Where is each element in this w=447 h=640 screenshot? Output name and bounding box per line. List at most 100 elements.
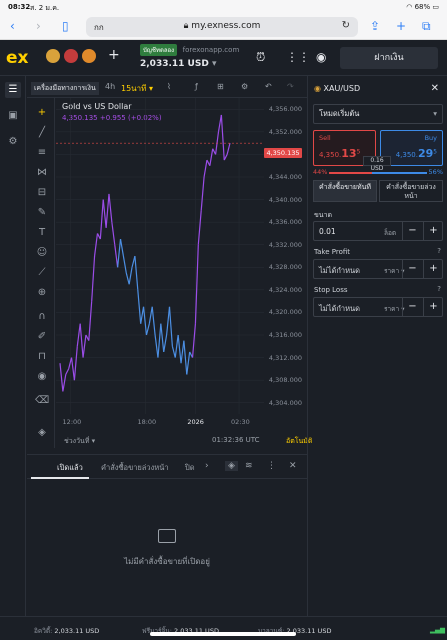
stack-icon[interactable]: ≋	[245, 461, 253, 471]
bookmarks-icon[interactable]: ▯	[62, 19, 69, 33]
eye-icon[interactable]: ◉	[35, 370, 49, 384]
layers-toggle-icon[interactable]: ◈	[225, 461, 238, 471]
stop-loss-decrease-button[interactable]: −	[402, 298, 422, 316]
tabs-icon[interactable]: ⧉	[422, 19, 431, 33]
stop-loss-help-icon[interactable]: ?	[437, 285, 441, 293]
tab-closed-orders[interactable]: ปิด	[185, 462, 195, 474]
ruler-icon[interactable]: ⟋	[35, 266, 49, 280]
price-axis[interactable]: 4,304.000 4,308.000 4,312.000 4,316.000 4,32…	[264, 98, 306, 418]
close-icon[interactable]: ✕	[431, 83, 439, 94]
magnet-icon[interactable]: ∩	[35, 310, 49, 324]
equity-value: 2,033.11 USD	[54, 627, 100, 635]
price-line-segment	[105, 193, 110, 228]
price-line-segment	[203, 159, 208, 178]
take-profit-increase-button[interactable]: +	[423, 260, 443, 278]
instrument-tab-icon[interactable]	[64, 49, 78, 63]
layers-icon[interactable]: ◈	[35, 426, 49, 440]
price-line-segment	[125, 272, 130, 285]
date-range-selector[interactable]: ช่วงวันที่ ▾	[64, 436, 95, 447]
price-line-segment	[209, 148, 214, 166]
crosshair-icon[interactable]: +	[35, 106, 49, 120]
instrument-tab-icon[interactable]	[46, 49, 60, 63]
deposit-button[interactable]: ฝากเงิน	[340, 47, 438, 69]
redo-icon[interactable]: ↷	[287, 82, 294, 91]
chart-type-icon[interactable]: ⌇	[167, 82, 171, 91]
order-mode-dropdown[interactable]: โหมดเริ่มต้น ▾	[313, 104, 443, 124]
take-profit-help-icon[interactable]: ?	[437, 247, 441, 255]
price-line-segment	[134, 255, 139, 290]
projection-icon[interactable]: ⊟	[35, 186, 49, 200]
settings-gear-icon[interactable]: ⚙	[5, 134, 21, 150]
price-tick-label: 4,316.000	[268, 331, 302, 339]
market-order-tab[interactable]: คำสั่งซื้อขายทันที	[313, 180, 377, 202]
alarm-icon[interactable]: ⏰︎	[256, 50, 265, 65]
text-tool-icon[interactable]: T	[35, 226, 49, 240]
new-tab-icon[interactable]: +	[396, 19, 406, 33]
wifi-icon: ◠	[406, 3, 413, 11]
empty-orders-message: ไม่มีคำสั่งซื้อขายที่เปิดอยู่	[124, 557, 210, 566]
volume-decrease-button[interactable]: −	[402, 222, 422, 240]
stop-loss-increase-button[interactable]: +	[423, 298, 443, 316]
price-line-segment	[99, 199, 104, 240]
price-line-segment	[73, 346, 78, 381]
timeframe-4h[interactable]: 4h	[105, 82, 115, 91]
price-line-segment	[160, 323, 165, 352]
back-icon[interactable]: ‹	[10, 19, 15, 33]
price-line-segment	[122, 255, 127, 274]
pending-order-tab[interactable]: คำสั่งซื้อขายล่วงหน้า	[379, 180, 443, 202]
trend-line-icon[interactable]: ╱	[35, 126, 49, 140]
take-profit-field[interactable]: ไม่ได้กำหนด ราคา ▾ − +	[313, 259, 443, 279]
indicators-icon[interactable]: ƒ	[195, 82, 198, 91]
undo-icon[interactable]: ↶	[265, 82, 272, 91]
instrument-tab-icon[interactable]	[82, 49, 96, 63]
share-icon[interactable]: ⇪	[370, 19, 380, 33]
add-tab-icon[interactable]: +	[108, 47, 120, 63]
volume-increase-button[interactable]: +	[423, 222, 443, 240]
url-label: my.exness.com	[191, 21, 261, 31]
more-icon[interactable]: ⋮	[267, 461, 276, 471]
volume-unit: ล็อต	[384, 229, 397, 237]
fib-lines-icon[interactable]: ≡	[35, 146, 49, 160]
tab-pending-orders[interactable]: คำสั่งซื้อขายล่วงหน้า	[101, 462, 169, 474]
battery-percent: 68%	[414, 3, 431, 11]
settings-icon[interactable]: ⚙	[241, 82, 248, 91]
instruments-title[interactable]: เครื่องมือทางการเงิน	[31, 82, 99, 95]
orders-tabs: เปิดแล้ว คำสั่งซื้อขายล่วงหน้า ปิด › ◈ ≋…	[27, 455, 307, 479]
zoom-in-icon[interactable]: ⊕	[35, 286, 49, 300]
trash-icon[interactable]: ⌫	[35, 394, 49, 408]
lock-drawing-icon[interactable]: ✐	[35, 330, 49, 344]
apps-grid-icon[interactable]: ⋮⋮	[286, 50, 310, 64]
price-line-segment	[68, 357, 73, 370]
chevron-right-icon[interactable]: ›	[205, 461, 209, 471]
account-selector[interactable]: บัญชีทดลอง forexonapp.com 2,033.11 USD ▾	[140, 44, 239, 69]
price-line-segment	[137, 289, 142, 324]
price-line-segment	[91, 255, 96, 302]
timeframe-selector[interactable]: 15นาที ▾	[121, 82, 153, 95]
brush-icon[interactable]: ✎	[35, 206, 49, 220]
order-type-toggle: คำสั่งซื้อขายทันที คำสั่งซื้อขายล่วงหน้า	[313, 180, 443, 202]
pattern-icon[interactable]: ⋈	[35, 166, 49, 180]
profile-icon[interactable]: ◉	[316, 50, 326, 64]
calendar-icon[interactable]: ▣	[5, 108, 21, 124]
close-panel-icon[interactable]: ✕	[289, 461, 297, 471]
date-range-label: ช่วงวันที่	[64, 437, 90, 445]
forward-icon[interactable]: ›	[36, 19, 41, 33]
reload-icon[interactable]: ↻	[342, 20, 350, 31]
price-line-segment	[114, 244, 119, 268]
volume-field[interactable]: 0.01 ล็อต − +	[313, 221, 443, 241]
time-tick-label: 12:00	[62, 418, 82, 426]
take-profit-decrease-button[interactable]: −	[402, 260, 422, 278]
instruments-list-icon[interactable]: ☰	[5, 82, 21, 98]
price-line-segment	[128, 267, 133, 285]
exness-logo[interactable]: ex	[6, 48, 29, 68]
account-type-badge: บัญชีทดลอง	[140, 44, 178, 56]
active-tab-indicator	[31, 477, 89, 479]
battery-icon: ▭	[432, 3, 439, 11]
tab-open-orders[interactable]: เปิดแล้ว	[57, 462, 83, 474]
lock-icon[interactable]: ⊓	[35, 350, 49, 364]
address-bar[interactable]: กก 🔒︎ my.exness.com ↻	[86, 17, 358, 37]
stop-loss-field[interactable]: ไม่ได้กำหนด ราคา ▾ − +	[313, 297, 443, 317]
time-axis[interactable]: 12:00 18:00 2026 02:30	[56, 416, 264, 428]
emoji-icon[interactable]: ☺	[35, 246, 49, 260]
layout-icon[interactable]: ⊞	[217, 82, 224, 91]
